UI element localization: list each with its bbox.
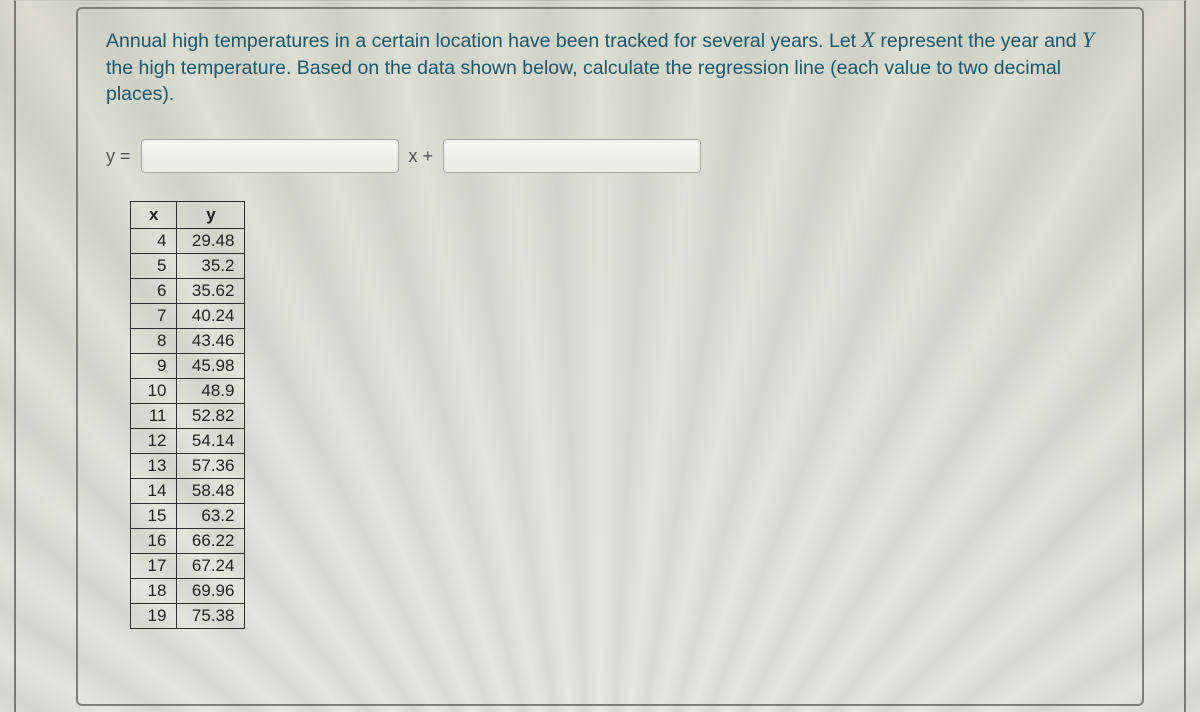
cell-x: 13 <box>131 454 177 479</box>
cell-x: 19 <box>131 604 177 629</box>
table-row: 1357.36 <box>131 454 245 479</box>
cell-x: 10 <box>131 379 177 404</box>
cell-y: 35.2 <box>177 254 245 279</box>
table-header-row: x y <box>131 202 245 229</box>
prompt-text-2: represent the year and <box>875 30 1082 52</box>
table-row: 1563.2 <box>131 504 245 529</box>
table-row: 1458.48 <box>131 479 245 504</box>
cell-y: 69.96 <box>177 579 245 604</box>
prompt-text-3: the high temperature. Based on the data … <box>106 57 1061 105</box>
cell-y: 54.14 <box>177 429 245 454</box>
cell-x: 15 <box>131 504 177 529</box>
cell-x: 18 <box>131 579 177 604</box>
table-row: 635.62 <box>131 279 245 304</box>
cell-y: 52.82 <box>177 404 245 429</box>
regression-equation-row: y = x + <box>106 139 1114 173</box>
cell-x: 14 <box>131 479 177 504</box>
table-row: 1254.14 <box>131 429 245 454</box>
cell-x: 12 <box>131 429 177 454</box>
var-x: X <box>862 27 875 52</box>
slope-input[interactable] <box>141 139 399 173</box>
cell-y: 40.24 <box>177 304 245 329</box>
col-header-x: x <box>131 202 177 229</box>
cell-y: 67.24 <box>177 554 245 579</box>
cell-y: 57.36 <box>177 454 245 479</box>
cell-x: 17 <box>131 554 177 579</box>
problem-prompt: Annual high temperatures in a certain lo… <box>106 25 1114 107</box>
table-row: 740.24 <box>131 304 245 329</box>
cell-x: 11 <box>131 404 177 429</box>
table-row: 843.46 <box>131 329 245 354</box>
cell-y: 43.46 <box>177 329 245 354</box>
table-row: 535.2 <box>131 254 245 279</box>
cell-y: 75.38 <box>177 604 245 629</box>
cell-x: 9 <box>131 354 177 379</box>
cell-y: 66.22 <box>177 529 245 554</box>
col-header-y: y <box>177 202 245 229</box>
cell-x: 6 <box>131 279 177 304</box>
x-plus-label: x + <box>409 146 434 167</box>
table-row: 1048.9 <box>131 379 245 404</box>
cell-y: 58.48 <box>177 479 245 504</box>
cell-x: 16 <box>131 529 177 554</box>
cell-x: 5 <box>131 254 177 279</box>
prompt-text-1: Annual high temperatures in a certain lo… <box>106 30 862 52</box>
cell-y: 35.62 <box>177 279 245 304</box>
cell-y: 63.2 <box>177 504 245 529</box>
cell-y: 48.9 <box>177 379 245 404</box>
table-row: 1666.22 <box>131 529 245 554</box>
cell-y: 29.48 <box>177 229 245 254</box>
outer-frame: Annual high temperatures in a certain lo… <box>14 0 1186 712</box>
var-y: Y <box>1082 27 1094 52</box>
intercept-input[interactable] <box>443 139 701 173</box>
table-row: 945.98 <box>131 354 245 379</box>
cell-x: 4 <box>131 229 177 254</box>
table-row: 1869.96 <box>131 579 245 604</box>
table-row: 429.48 <box>131 229 245 254</box>
table-row: 1767.24 <box>131 554 245 579</box>
cell-x: 7 <box>131 304 177 329</box>
problem-container: Annual high temperatures in a certain lo… <box>76 7 1144 706</box>
table-row: 1152.82 <box>131 404 245 429</box>
data-table: x y 429.48535.2635.62740.24843.46945.981… <box>130 201 245 629</box>
cell-x: 8 <box>131 329 177 354</box>
table-row: 1975.38 <box>131 604 245 629</box>
cell-y: 45.98 <box>177 354 245 379</box>
y-equals-label: y = <box>106 146 131 167</box>
